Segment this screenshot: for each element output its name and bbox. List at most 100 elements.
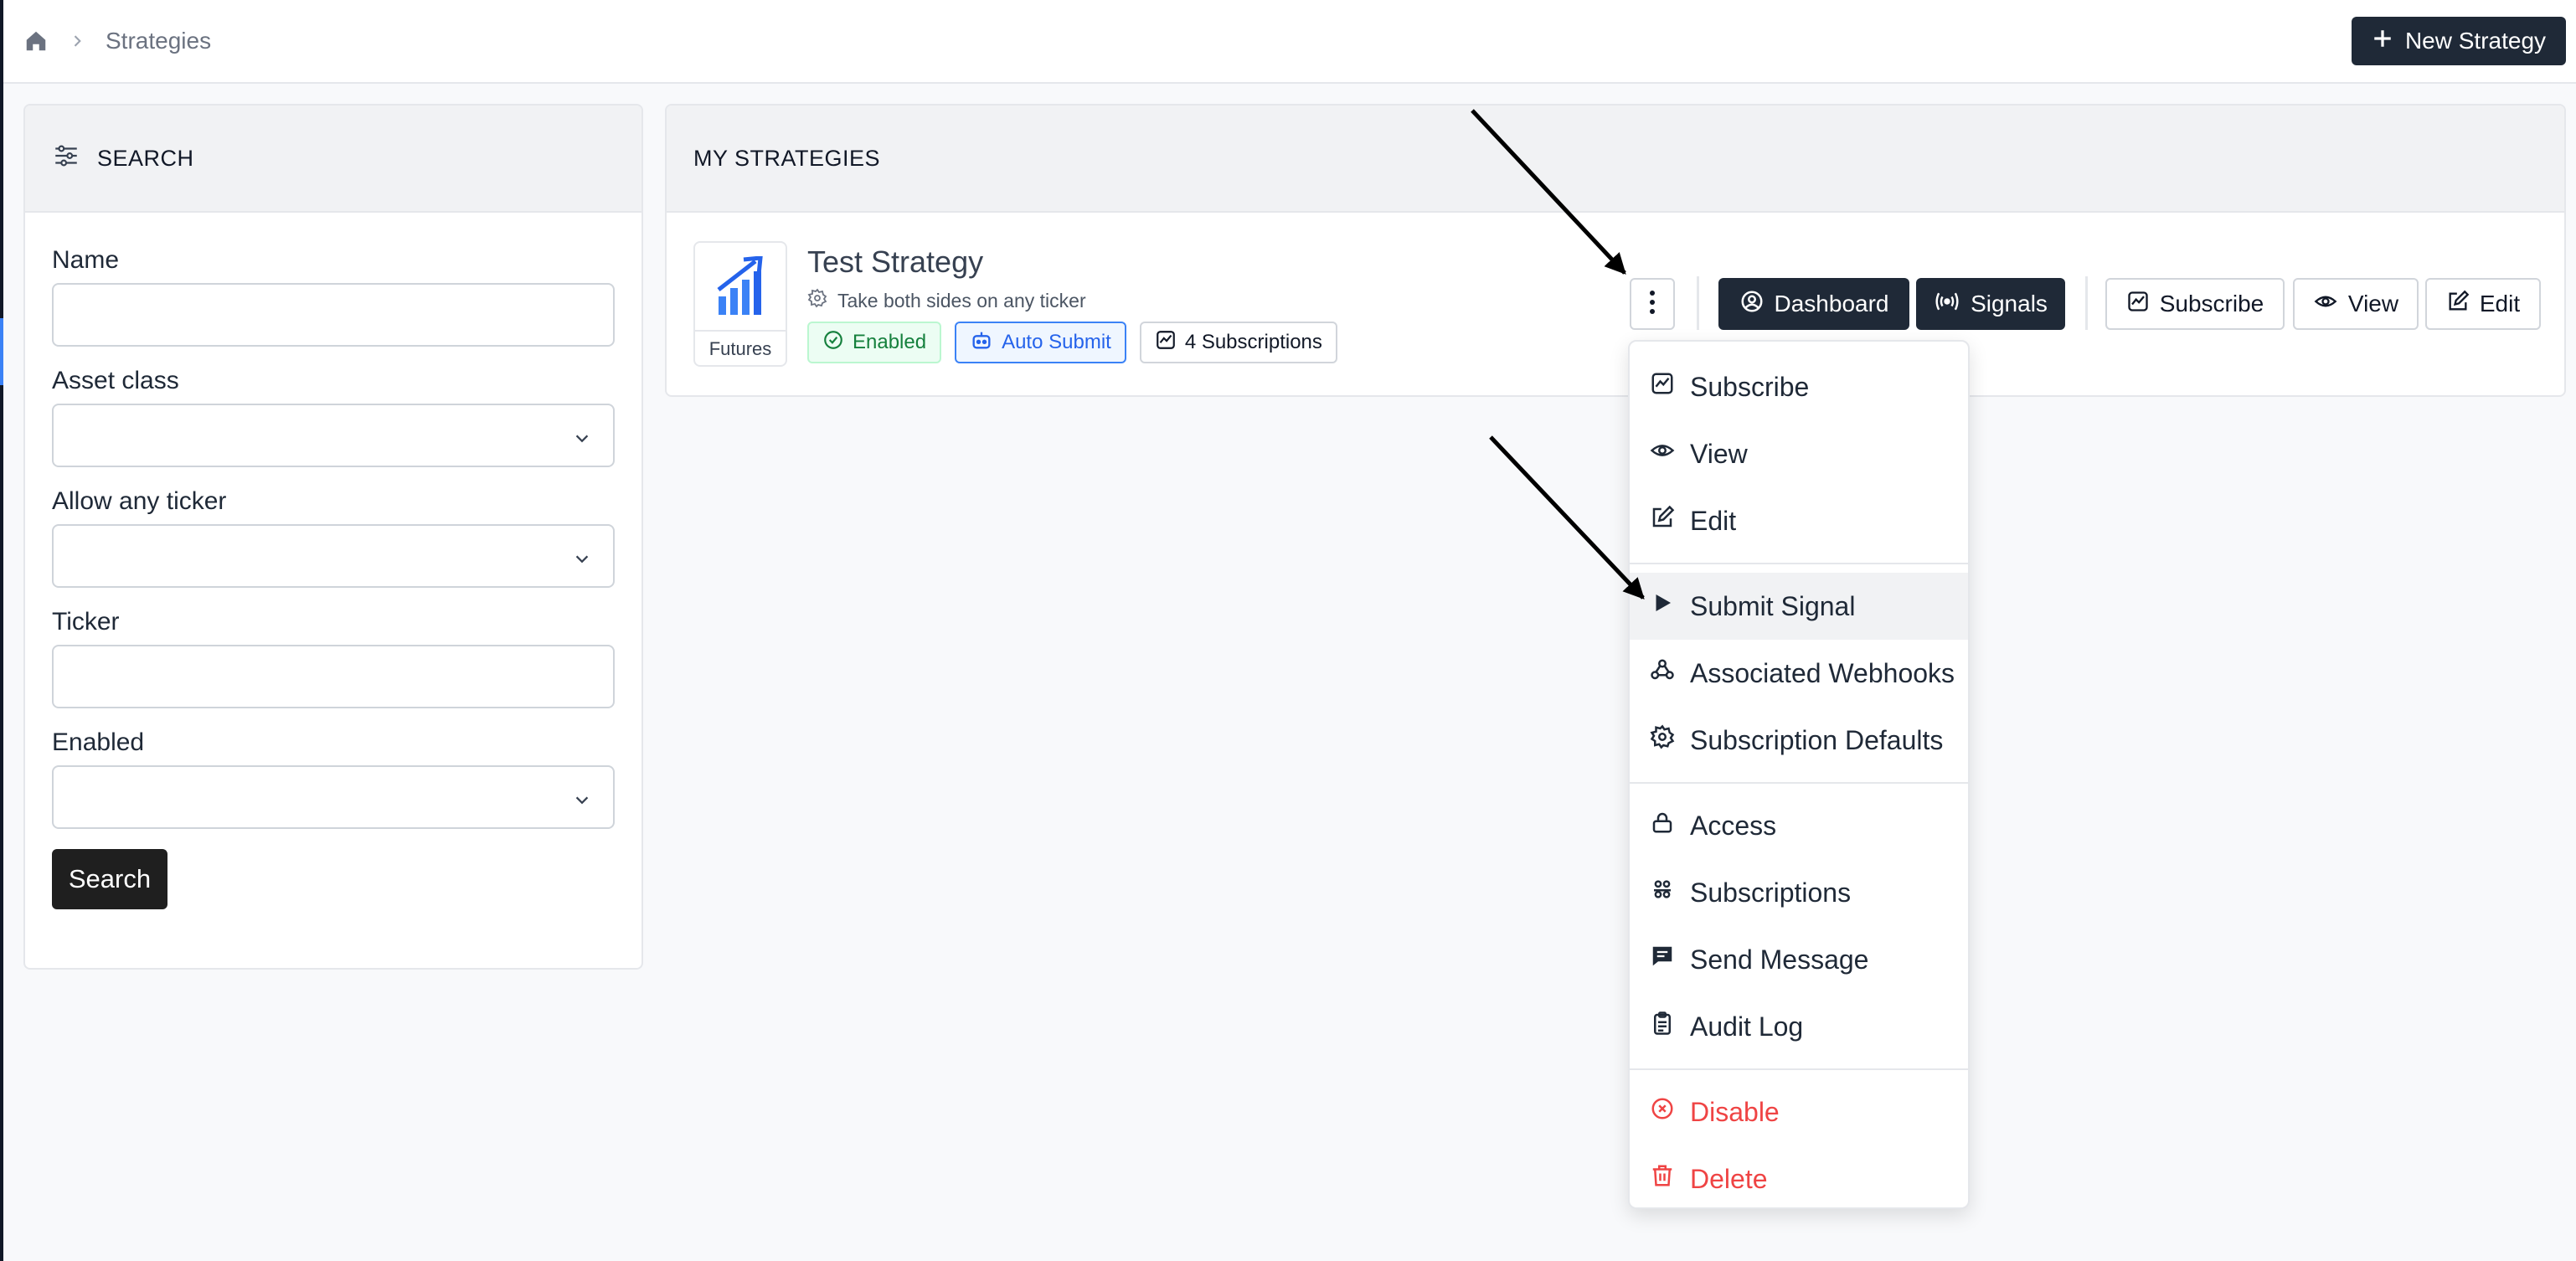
name-label: Name (52, 246, 120, 274)
chevron-down-icon (573, 789, 591, 816)
lock-icon (1650, 810, 1675, 842)
menu-item-label: Subscription Defaults (1690, 724, 1944, 755)
menu-item-access[interactable]: Access (1630, 792, 1968, 859)
menu-item-label: Access (1690, 810, 1777, 841)
dashboard-label: Dashboard (1774, 291, 1889, 317)
edit-icon (2446, 290, 2470, 319)
search-form: Name Asset class Allow any ticker Ticker (25, 213, 641, 909)
menu-item-label: Subscriptions (1690, 877, 1852, 908)
my-strategies-title: MY STRATEGIES (693, 145, 881, 171)
allow-any-ticker-select[interactable] (52, 524, 615, 588)
enabled-badge-label: Enabled (853, 331, 927, 353)
auto-submit-badge-label: Auto Submit (1002, 331, 1111, 353)
dashboard-icon (1739, 289, 1765, 320)
menu-item-label: Disable (1690, 1096, 1780, 1127)
chart-icon (1155, 329, 1177, 357)
search-panel-header: SEARCH (25, 106, 641, 213)
menu-item-disable[interactable]: Disable (1630, 1078, 1968, 1145)
trash-icon (1650, 1163, 1675, 1195)
menu-item-delete[interactable]: Delete (1630, 1145, 1968, 1212)
webhook-icon (1650, 657, 1675, 689)
ticker-input[interactable] (52, 645, 615, 708)
asset-tag: Futures (695, 330, 786, 365)
chevron-down-icon (573, 427, 591, 454)
strategy-card: Futures Test Strategy Take both sides on… (667, 213, 2564, 395)
play-icon (1650, 590, 1675, 622)
chevron-right-icon (69, 33, 85, 49)
strategy-badges: Enabled Auto Submit 4 Subscriptions (807, 322, 1337, 363)
breadcrumb-current[interactable]: Strategies (106, 28, 211, 54)
broadcast-icon (1934, 289, 1960, 320)
check-circle-icon (822, 329, 844, 357)
more-options-button[interactable] (1630, 278, 1675, 330)
my-strategies-header: MY STRATEGIES (667, 106, 2564, 213)
dashboard-button[interactable]: Dashboard (1718, 278, 1909, 330)
menu-divider (1630, 782, 1968, 784)
chart-icon (2126, 290, 2150, 319)
clipboard-icon (1650, 1011, 1675, 1042)
asset-class-label: Asset class (52, 367, 179, 394)
menu-item-subscription-defaults[interactable]: Subscription Defaults (1630, 707, 1968, 774)
menu-item-audit-log[interactable]: Audit Log (1630, 993, 1968, 1060)
ticker-label: Ticker (52, 608, 120, 636)
signals-button[interactable]: Signals (1916, 278, 2065, 330)
kebab-icon (1649, 290, 1656, 319)
message-icon (1650, 944, 1675, 975)
name-field-group: Name (52, 246, 615, 347)
enabled-label: Enabled (52, 728, 145, 756)
menu-item-label: Subscribe (1690, 371, 1810, 402)
strategy-description-text: Take both sides on any ticker (837, 289, 1086, 311)
menu-item-label: Audit Log (1690, 1011, 1804, 1042)
menu-divider (1630, 1068, 1968, 1070)
strategy-description: Take both sides on any ticker (807, 288, 1086, 313)
chevron-down-icon (573, 548, 591, 574)
edit-button[interactable]: Edit (2425, 278, 2541, 330)
menu-item-view[interactable]: View (1630, 420, 1968, 487)
signals-label: Signals (1971, 291, 2048, 317)
bar-chart-logo-icon (695, 243, 786, 330)
menu-item-label: Send Message (1690, 944, 1869, 975)
allow-any-ticker-label: Allow any ticker (52, 487, 227, 515)
eye-icon (2313, 290, 2338, 319)
subscriptions-badge[interactable]: 4 Subscriptions (1139, 322, 1337, 363)
menu-item-associated-webhooks[interactable]: Associated Webhooks (1630, 640, 1968, 707)
gear-icon (1650, 724, 1675, 756)
view-label: View (2347, 291, 2399, 317)
edit-icon (1650, 505, 1675, 537)
action-divider (2085, 276, 2088, 330)
menu-item-edit[interactable]: Edit (1630, 487, 1968, 554)
eye-icon (1650, 438, 1675, 470)
asset-class-field-group: Asset class (52, 367, 615, 467)
strategy-name[interactable]: Test Strategy (807, 244, 983, 280)
breadcrumb: Strategies (23, 28, 211, 54)
window-left-accent (0, 318, 3, 385)
view-button[interactable]: View (2293, 278, 2419, 330)
chart-icon (1650, 371, 1675, 403)
new-strategy-button[interactable]: New Strategy (2352, 17, 2566, 65)
auto-submit-badge: Auto Submit (955, 322, 1126, 363)
enabled-select[interactable] (52, 765, 615, 829)
new-strategy-label: New Strategy (2404, 28, 2547, 54)
search-panel: SEARCH Name Asset class Allow any ticker (23, 104, 643, 970)
menu-item-label: Submit Signal (1690, 590, 1856, 621)
search-button[interactable]: Search (52, 849, 167, 909)
subscribe-button[interactable]: Subscribe (2105, 278, 2285, 330)
name-input[interactable] (52, 283, 615, 347)
strategy-logo[interactable]: Futures (693, 241, 787, 367)
robot-icon (970, 328, 993, 358)
gear-icon (807, 288, 827, 313)
x-circle-icon (1650, 1096, 1675, 1128)
menu-item-subscriptions[interactable]: Subscriptions (1630, 859, 1968, 926)
window-left-edge (0, 0, 3, 1261)
menu-item-subscribe[interactable]: Subscribe (1630, 353, 1968, 420)
asset-class-select[interactable] (52, 404, 615, 467)
menu-item-submit-signal[interactable]: Submit Signal (1630, 573, 1968, 640)
menu-item-label: Edit (1690, 505, 1737, 536)
users-icon (1650, 877, 1675, 908)
menu-item-label: Associated Webhooks (1690, 657, 1955, 688)
menu-item-label: View (1690, 438, 1748, 469)
plus-icon (2372, 28, 2393, 55)
menu-item-send-message[interactable]: Send Message (1630, 926, 1968, 993)
home-icon[interactable] (23, 28, 49, 54)
enabled-badge: Enabled (807, 322, 942, 363)
